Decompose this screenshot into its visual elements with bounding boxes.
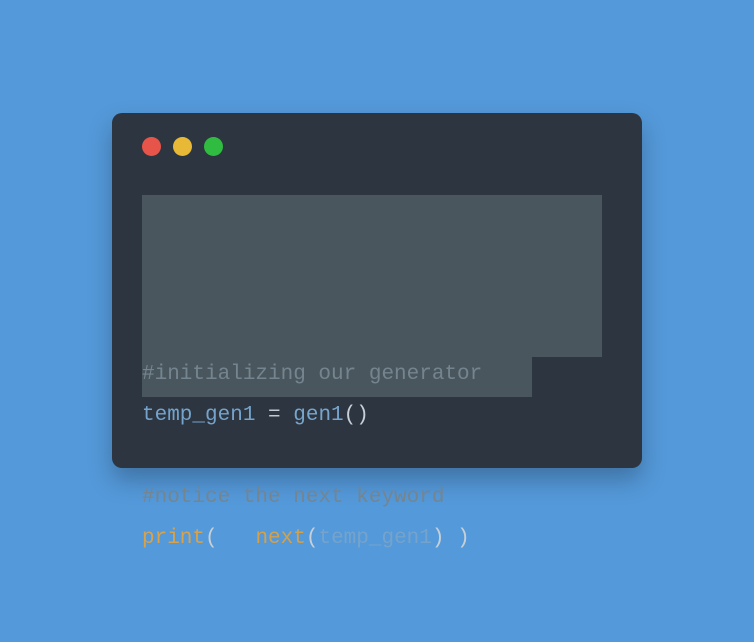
titlebar (142, 137, 612, 156)
code-paren: ( (306, 527, 319, 550)
terminal-window: #initializing our generator temp_gen1 = … (112, 113, 642, 468)
code-method: next (255, 527, 305, 550)
code-content: #initializing our generator temp_gen1 = … (142, 355, 612, 560)
code-paren: ) (432, 527, 445, 550)
code-builtin: print (142, 527, 205, 550)
code-block: #initializing our generator temp_gen1 = … (142, 192, 612, 642)
text-selection (142, 195, 602, 357)
code-paren: ( (205, 527, 255, 550)
code-variable: temp_gen1 (142, 404, 255, 427)
close-icon[interactable] (142, 137, 161, 156)
code-comment: #initializing our generator (142, 363, 482, 386)
code-variable: temp_gen1 (318, 527, 431, 550)
code-paren: ) (445, 527, 470, 550)
code-function: gen1 (293, 404, 343, 427)
minimize-icon[interactable] (173, 137, 192, 156)
code-paren: () (344, 404, 369, 427)
code-operator: = (255, 404, 293, 427)
code-comment: #notice the next keyword (142, 486, 444, 509)
maximize-icon[interactable] (204, 137, 223, 156)
